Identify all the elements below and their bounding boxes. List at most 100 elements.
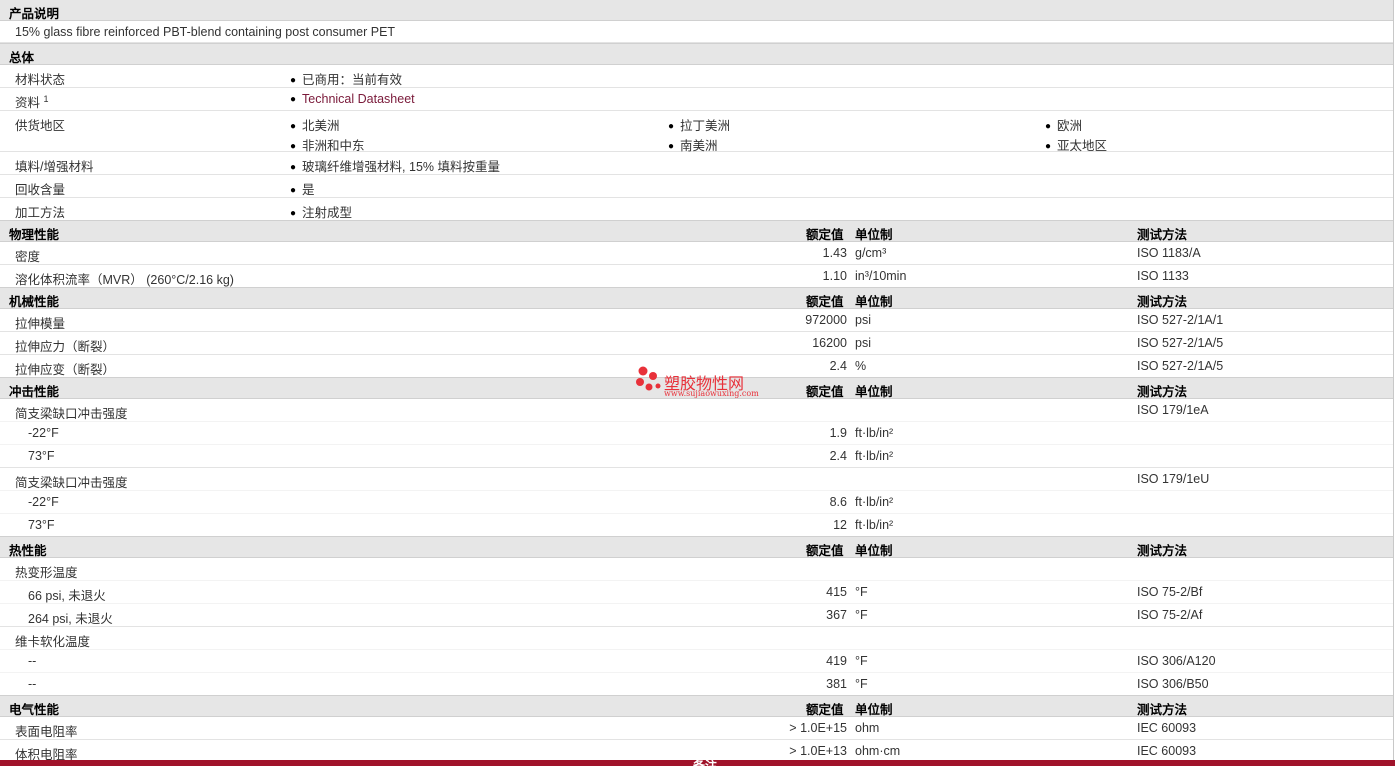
col-test: 测试方法	[1137, 544, 1188, 558]
property-subrow: 264 psi, 未退火 367 °F ISO 75-2/Af	[0, 604, 1393, 627]
property-unit: ft·lb/in²	[855, 495, 894, 509]
property-unit: psi	[855, 336, 871, 350]
property-test: ISO 527-2/1A/5	[1137, 336, 1224, 350]
property-subrow: 73°F 2.4 ft·lb/in²	[0, 445, 1393, 468]
field-label: 供货地区	[15, 119, 66, 133]
property-label: 简支梁缺口冲击强度	[15, 476, 128, 490]
condition-label: -22°F	[28, 426, 59, 440]
property-value: 2.4	[829, 449, 847, 463]
property-row: 溶化体积流率（MVR） (260°C/2.16 kg) 1.10 in³/10m…	[0, 265, 1393, 287]
property-row: 拉伸应力（断裂） 16200 psi ISO 527-2/1A/5	[0, 332, 1393, 355]
property-value: 8.6	[829, 495, 847, 509]
section-header-description: 产品说明	[0, 0, 1393, 21]
general-supply-row: 供货地区 北美洲 拉丁美洲 欧洲 非洲和中东 南美洲 亚太地区	[0, 111, 1393, 153]
property-row: 拉伸模量 972000 psi ISO 527-2/1A/1	[0, 309, 1393, 332]
property-value: 16200	[812, 336, 847, 350]
col-test: 测试方法	[1137, 385, 1188, 399]
property-subrow: -- 381 °F ISO 306/B50	[0, 673, 1393, 695]
col-test: 测试方法	[1137, 295, 1188, 309]
property-label: 热变形温度	[15, 566, 78, 580]
link-text[interactable]: Technical Datasheet	[302, 92, 415, 106]
condition-label: --	[28, 677, 37, 691]
property-subrow: 66 psi, 未退火 415 °F ISO 75-2/Bf	[0, 581, 1393, 604]
col-nominal: 额定值	[806, 703, 844, 717]
field-label: 加工方法	[15, 206, 66, 220]
field-value: 注射成型	[290, 202, 352, 221]
property-test: ISO 527-2/1A/1	[1137, 313, 1224, 327]
property-unit: %	[855, 359, 867, 373]
property-test: ISO 179/1eA	[1137, 403, 1209, 417]
property-label: 溶化体积流率（MVR） (260°C/2.16 kg)	[15, 273, 234, 287]
property-unit: °F	[855, 608, 868, 622]
technical-datasheet-link[interactable]: Technical Datasheet	[290, 92, 415, 106]
field-value: 玻璃纤维增强材料, 15% 填料按重量	[290, 156, 500, 175]
property-unit: ft·lb/in²	[855, 518, 894, 532]
condition-label: 66 psi, 未退火	[28, 589, 106, 603]
property-value: > 1.0E+13	[789, 744, 847, 758]
property-test: ISO 306/B50	[1137, 677, 1209, 691]
property-value: 1.9	[829, 426, 847, 440]
property-value: 1.43	[822, 246, 847, 260]
col-unit: 单位制	[855, 295, 893, 309]
property-unit: ft·lb/in²	[855, 426, 894, 440]
property-group-row: 热变形温度	[0, 558, 1393, 581]
region-item: 拉丁美洲	[668, 115, 730, 134]
general-status-row: 材料状态 已商用：当前有效	[0, 65, 1393, 88]
property-unit: ohm	[855, 721, 880, 735]
section-header-electrical: 电气性能 额定值 单位制 测试方法	[0, 695, 1393, 717]
property-unit: ft·lb/in²	[855, 449, 894, 463]
property-value: 367	[826, 608, 847, 622]
section-header-thermal: 热性能 额定值 单位制 测试方法	[0, 536, 1393, 558]
property-row: 表面电阻率 > 1.0E+15 ohm IEC 60093	[0, 717, 1393, 740]
property-subrow: -22°F 8.6 ft·lb/in²	[0, 491, 1393, 514]
section-title: 热性能	[9, 544, 47, 558]
property-label: 密度	[15, 250, 41, 264]
property-group-row: 简支梁缺口冲击强度 ISO 179/1eA	[0, 399, 1393, 422]
property-unit: g/cm³	[855, 246, 887, 260]
footnote-marker: 1	[43, 93, 49, 104]
description-text: 15% glass fibre reinforced PBT-blend con…	[15, 25, 396, 39]
condition-label: --	[28, 654, 37, 668]
property-value: > 1.0E+15	[789, 721, 847, 735]
condition-label: 264 psi, 未退火	[28, 612, 113, 626]
col-unit: 单位制	[855, 228, 893, 242]
property-subrow: 73°F 12 ft·lb/in²	[0, 514, 1393, 536]
property-label: 维卡软化温度	[15, 635, 91, 649]
property-value: 1.10	[822, 269, 847, 283]
property-test: IEC 60093	[1137, 744, 1197, 758]
region-item: 北美洲	[290, 115, 340, 134]
notes-bar: 备注	[0, 759, 1395, 773]
property-test: ISO 179/1eU	[1137, 472, 1210, 486]
section-header-mechanical: 机械性能 额定值 单位制 测试方法	[0, 287, 1393, 309]
doc-label: 资料	[15, 96, 41, 110]
property-subrow: -- 419 °F ISO 306/A120	[0, 650, 1393, 673]
property-unit: ohm·cm	[855, 744, 901, 758]
col-nominal: 额定值	[806, 544, 844, 558]
general-process-row: 加工方法 注射成型	[0, 198, 1393, 220]
col-test: 测试方法	[1137, 703, 1188, 717]
general-filler-row: 填料/增强材料 玻璃纤维增强材料, 15% 填料按重量	[0, 152, 1393, 175]
property-label: 表面电阻率	[15, 725, 78, 739]
field-label: 回收含量	[15, 183, 66, 197]
property-value: 419	[826, 654, 847, 668]
field-value: 已商用：当前有效	[290, 69, 402, 88]
section-title: 冲击性能	[9, 385, 60, 399]
col-nominal: 额定值	[806, 228, 844, 242]
section-title: 电气性能	[9, 703, 60, 717]
section-title: 产品说明	[9, 7, 60, 21]
property-value: 12	[833, 518, 847, 532]
condition-label: 73°F	[28, 518, 55, 532]
section-header-general: 总体	[0, 43, 1393, 65]
col-nominal: 额定值	[806, 295, 844, 309]
property-label: 拉伸应变（断裂）	[15, 363, 116, 377]
col-unit: 单位制	[855, 385, 893, 399]
property-label: 拉伸应力（断裂）	[15, 340, 116, 354]
condition-label: -22°F	[28, 495, 59, 509]
property-test: ISO 75-2/Af	[1137, 608, 1203, 622]
section-title: 总体	[9, 51, 35, 65]
watermark-logo: 塑胶物性网 www.sujiaowuxing.com	[633, 365, 773, 399]
property-value: 972000	[805, 313, 847, 327]
property-unit: °F	[855, 677, 868, 691]
col-test: 测试方法	[1137, 228, 1188, 242]
property-unit: °F	[855, 585, 868, 599]
